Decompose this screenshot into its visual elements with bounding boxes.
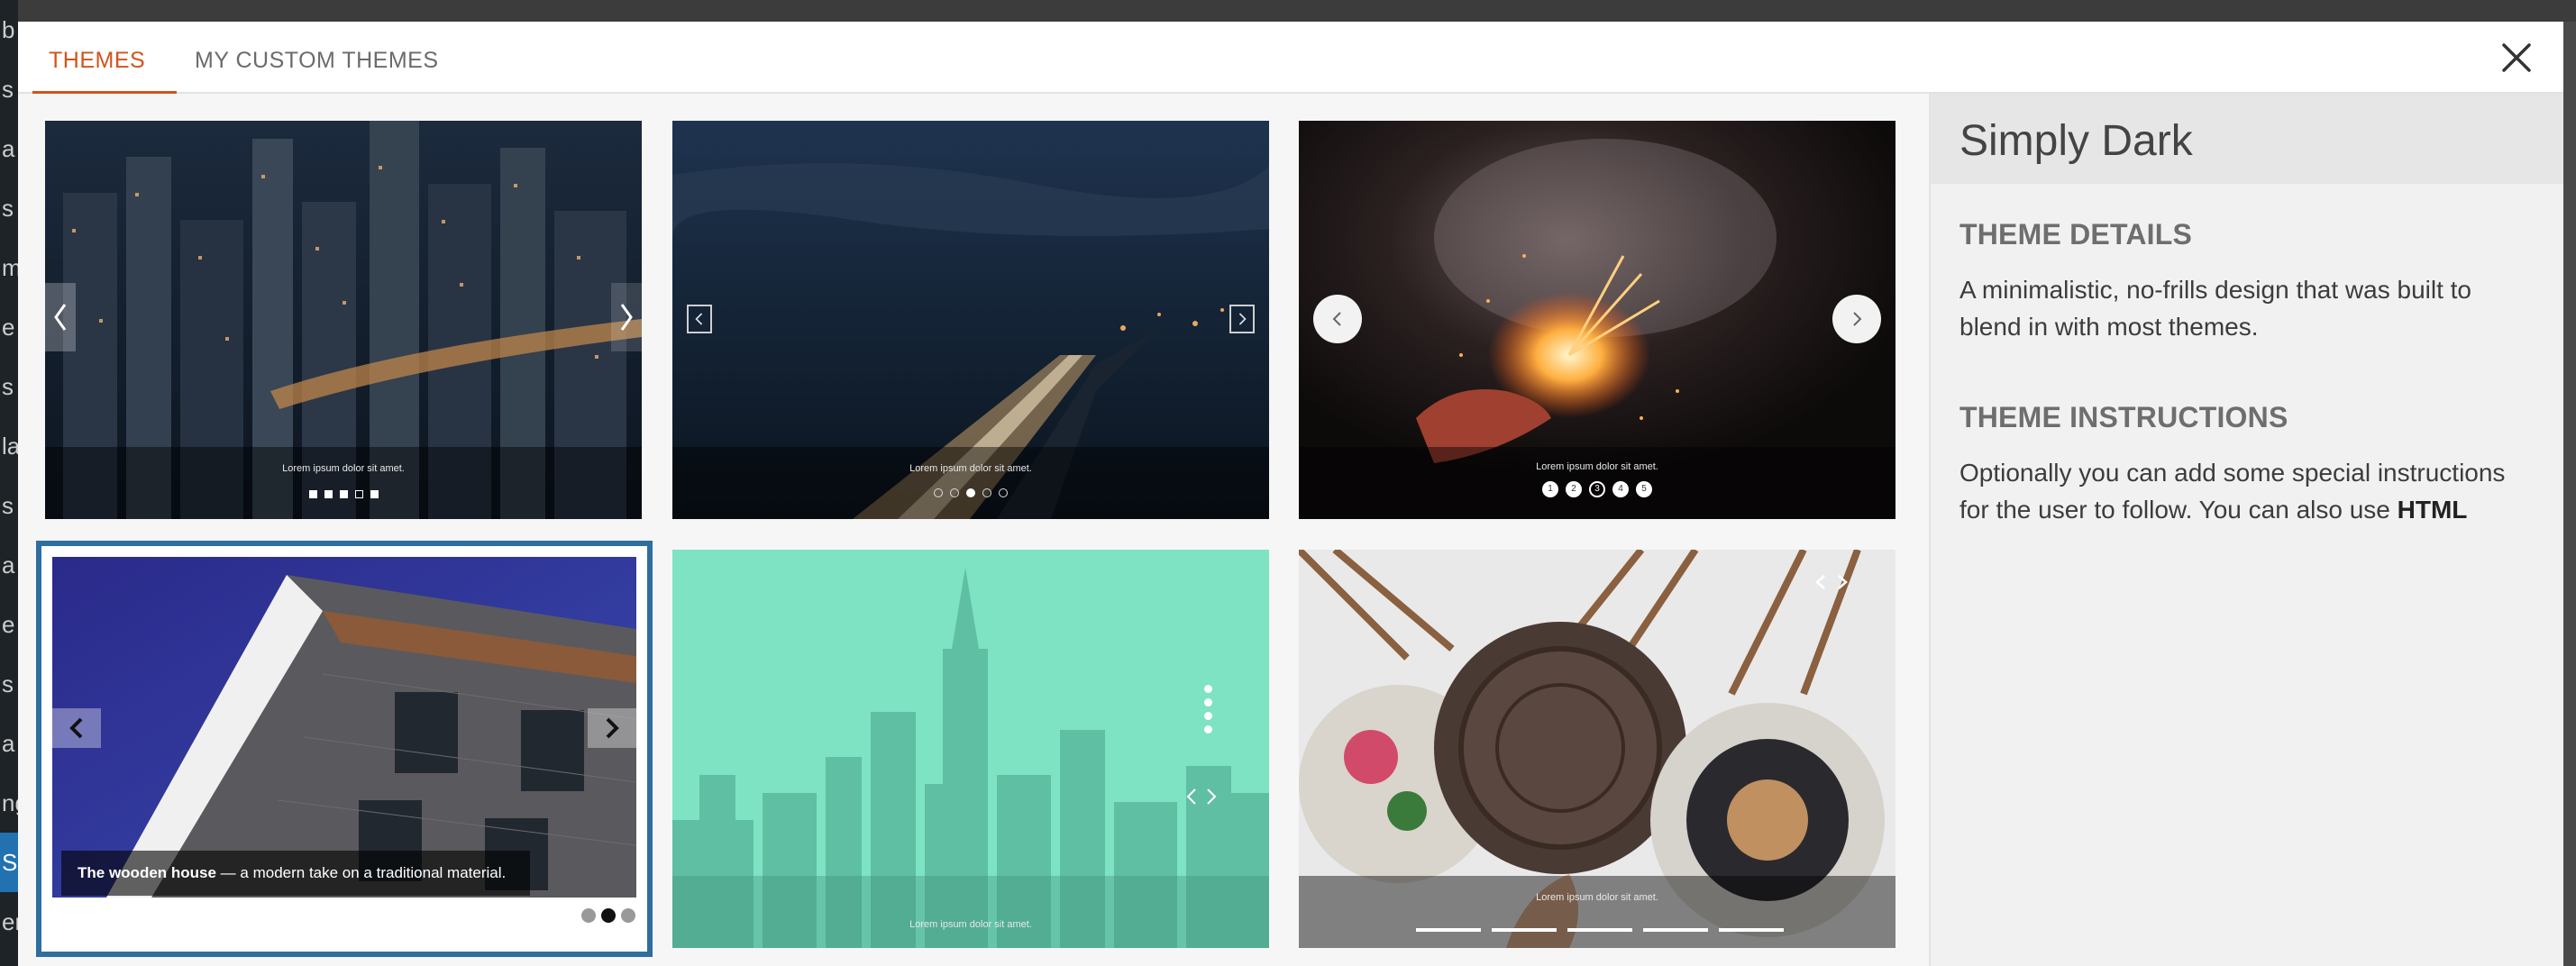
- indicator-dot[interactable]: 5: [1636, 481, 1652, 497]
- indicator-dot[interactable]: [1204, 685, 1212, 693]
- indicator-bar[interactable]: [1416, 928, 1481, 932]
- slide-indicators: [1416, 928, 1784, 932]
- slide-indicators: [1204, 685, 1213, 734]
- indicator-dot[interactable]: [1204, 712, 1212, 720]
- background-topbar: [18, 0, 2576, 22]
- indicator-dot[interactable]: [950, 488, 959, 497]
- details-heading: THEME DETAILS: [1959, 218, 2193, 251]
- indicator-dot[interactable]: 3: [1589, 481, 1605, 497]
- caption-text: — a modern take on a traditional materia…: [215, 864, 507, 881]
- indicator-dot[interactable]: [370, 490, 379, 498]
- chevron-right-icon[interactable]: [588, 708, 636, 748]
- indicator-dot[interactable]: [354, 490, 363, 498]
- indicator-dot[interactable]: [934, 488, 943, 497]
- panel-header: Simply Dark: [1931, 94, 2563, 184]
- theme-card-6[interactable]: Lorem ipsum dolor sit amet.: [1299, 550, 1895, 948]
- chevron-right-icon[interactable]: [1832, 295, 1881, 343]
- indicator-bar[interactable]: [1492, 928, 1557, 932]
- caption-bar: [672, 447, 1269, 519]
- tab-themes[interactable]: THEMES: [32, 22, 177, 94]
- instructions-text: Optionally you can add some special inst…: [1959, 454, 2535, 528]
- background-admin-menu: bsasmeslasaesangSer: [0, 0, 18, 966]
- theme-card-1[interactable]: Lorem ipsum dolor sit amet.: [45, 121, 642, 519]
- indicator-dot[interactable]: [999, 488, 1008, 497]
- chevron-right-icon[interactable]: [1229, 305, 1255, 333]
- indicator-bar[interactable]: [1643, 928, 1708, 932]
- instructions-heading: THEME INSTRUCTIONS: [1959, 401, 2288, 433]
- tab-my-custom-themes[interactable]: MY CUSTOM THEMES: [178, 22, 455, 94]
- chevron-right-icon[interactable]: [611, 283, 642, 351]
- indicator-bar[interactable]: [1719, 928, 1784, 932]
- caption-text: Lorem ipsum dolor sit amet.: [909, 919, 1032, 930]
- caption-bold-text: The wooden house: [78, 864, 216, 881]
- theme-card-2[interactable]: Lorem ipsum dolor sit amet.: [672, 121, 1269, 519]
- indicator-dot[interactable]: [308, 490, 317, 498]
- caption-box: The wooden house — a modern take on a tr…: [61, 851, 530, 896]
- theme-picker-modal: THEMES MY CUSTOM THEMES Lorem ipsum dolo…: [18, 22, 2563, 966]
- theme-details-panel: Simply Dark THEME DETAILS A minimalistic…: [1929, 94, 2563, 966]
- indicator-dot[interactable]: [1204, 725, 1212, 734]
- caption-bar: [1299, 876, 1895, 948]
- indicator-dot[interactable]: 4: [1612, 481, 1629, 497]
- theme-title: Simply Dark: [1959, 117, 2193, 165]
- caption-text: Lorem ipsum dolor sit amet.: [282, 463, 405, 474]
- chevron-right-icon[interactable]: [1832, 570, 1852, 595]
- indicator-dot[interactable]: 1: [1542, 481, 1558, 497]
- chevron-left-icon[interactable]: [687, 305, 712, 333]
- caption-text: Lorem ipsum dolor sit amet.: [1536, 892, 1658, 903]
- slide-indicators: 1 2 3 4 5: [1299, 481, 1895, 497]
- tab-bar: THEMES MY CUSTOM THEMES: [18, 22, 2563, 94]
- indicator-dot[interactable]: [324, 490, 333, 498]
- caption-bar: [45, 447, 642, 519]
- indicator-dot[interactable]: [1204, 698, 1212, 706]
- theme-card-4-selected[interactable]: The wooden house — a modern take on a tr…: [36, 541, 653, 957]
- chevron-left-icon[interactable]: [52, 708, 101, 748]
- details-text: A minimalistic, no-frills design that wa…: [1959, 276, 2471, 341]
- close-icon: [2502, 43, 2531, 72]
- slide-indicators: [579, 908, 638, 923]
- indicator-dot[interactable]: [601, 908, 616, 923]
- indicator-dot[interactable]: [581, 908, 596, 923]
- theme-preview-image: [52, 557, 636, 898]
- chevron-left-icon[interactable]: [45, 283, 76, 351]
- theme-card-3[interactable]: Lorem ipsum dolor sit amet. 1 2 3 4 5: [1299, 121, 1895, 519]
- indicator-dot[interactable]: [339, 490, 348, 498]
- chevron-left-icon[interactable]: [1183, 784, 1201, 809]
- close-button[interactable]: [2497, 38, 2536, 77]
- indicator-dot[interactable]: [621, 908, 635, 923]
- indicator-dot[interactable]: [982, 488, 991, 497]
- indicator-dot[interactable]: [966, 488, 975, 497]
- instructions-bold: HTML: [2397, 496, 2468, 524]
- slide-indicators: [672, 488, 1269, 497]
- caption-bar: [672, 876, 1269, 948]
- caption-text: Lorem ipsum dolor sit amet.: [909, 463, 1032, 474]
- indicator-dot[interactable]: 2: [1566, 481, 1582, 497]
- slide-indicators: [45, 490, 642, 498]
- chevron-left-icon[interactable]: [1313, 295, 1362, 343]
- chevron-left-icon[interactable]: [1811, 570, 1831, 595]
- chevron-right-icon[interactable]: [1202, 784, 1220, 809]
- indicator-bar[interactable]: [1567, 928, 1632, 932]
- theme-card-5[interactable]: Lorem ipsum dolor sit amet.: [672, 550, 1269, 948]
- caption-text: Lorem ipsum dolor sit amet.: [1536, 461, 1658, 472]
- theme-grid: Lorem ipsum dolor sit amet. Lorem ipsum …: [18, 94, 1929, 966]
